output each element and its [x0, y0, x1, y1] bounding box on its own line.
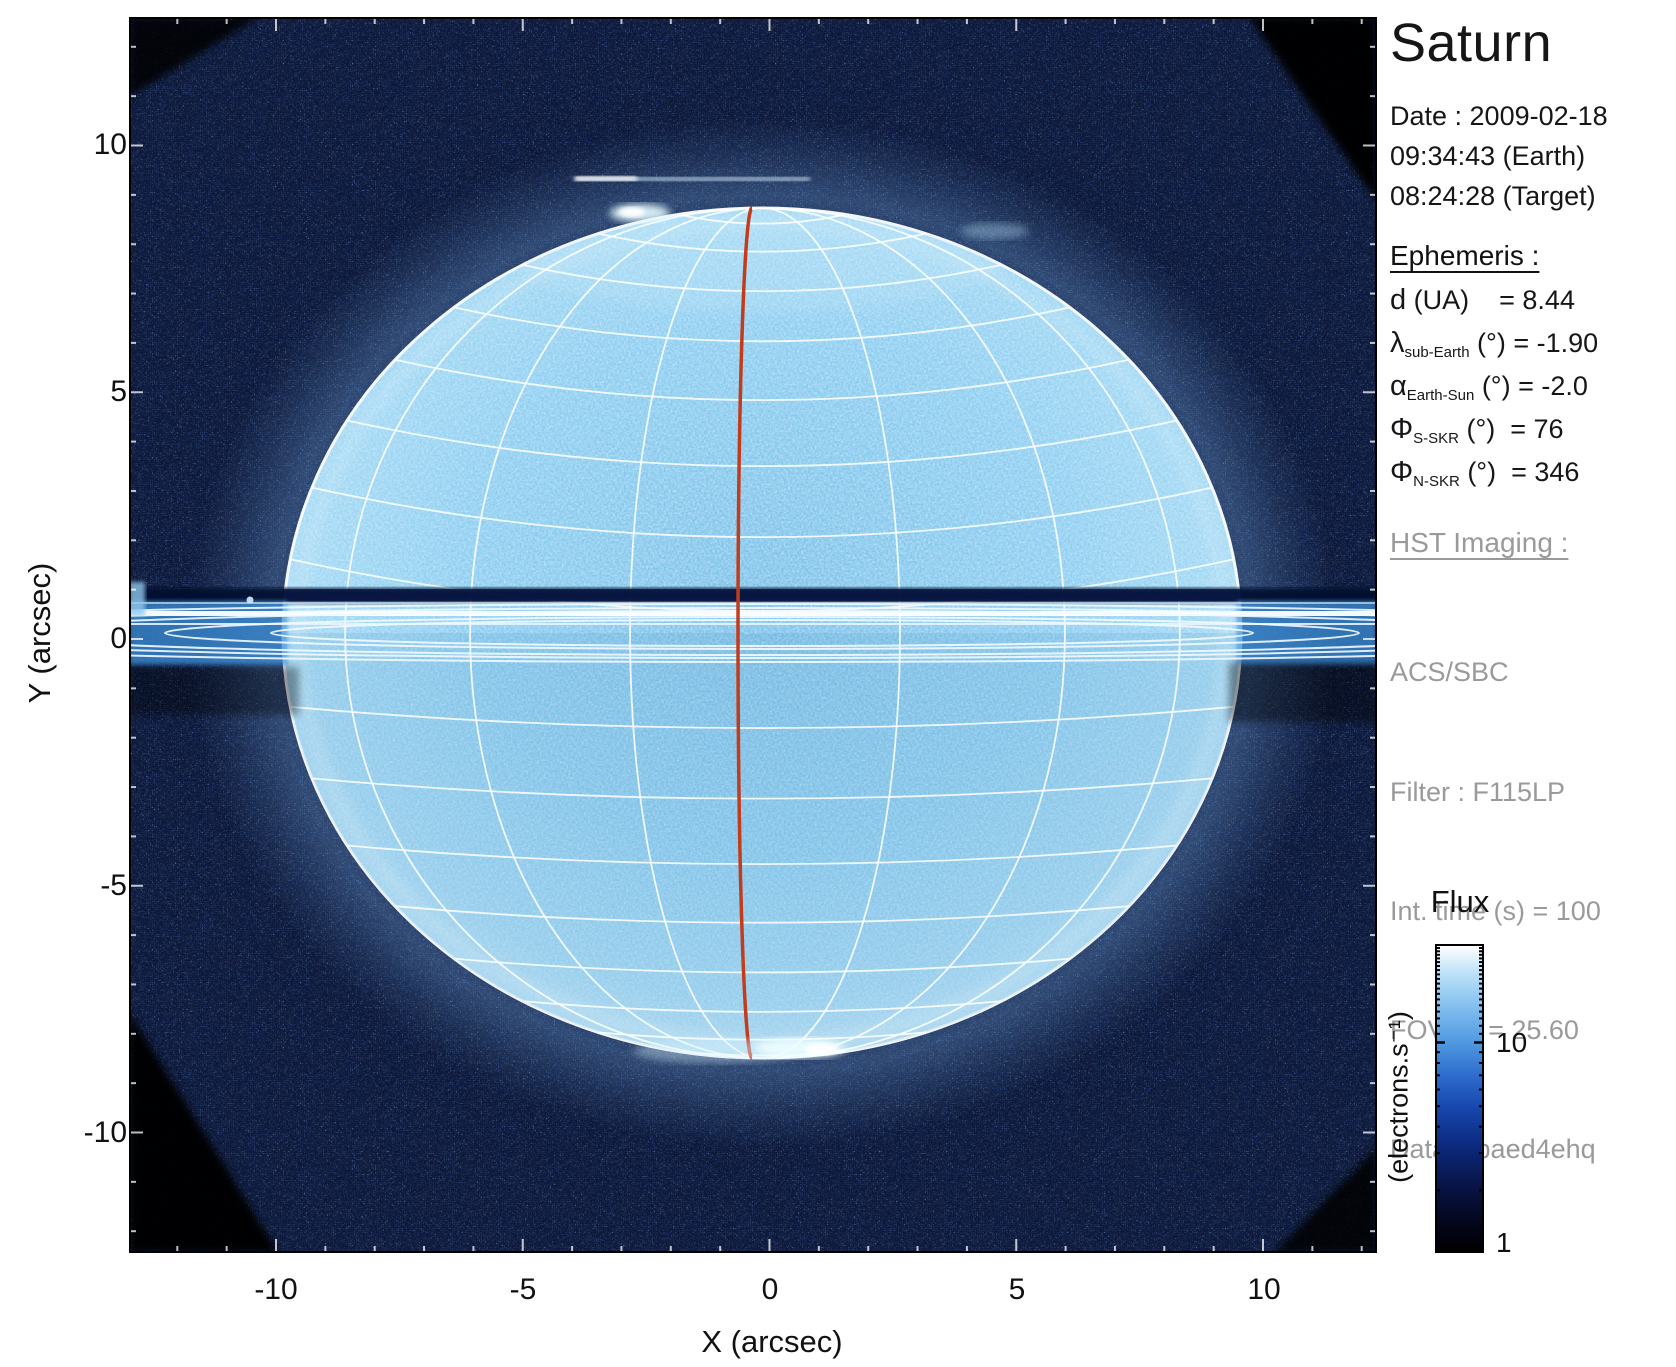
observation-date: Date : 2009-02-18: [1390, 96, 1608, 136]
observation-earth-time: 09:34:43 (Earth): [1390, 136, 1608, 176]
y-tick-label: 5: [37, 375, 127, 409]
ring-dark-wedge-east: [1229, 662, 1377, 722]
x-tick-label: 5: [977, 1273, 1057, 1307]
x-tick-label: -10: [236, 1273, 316, 1307]
colorbar-ticks: [1435, 944, 1484, 1254]
north-aurora-core: [619, 207, 645, 217]
hst-imaging-heading: HST Imaging :: [1390, 527, 1568, 559]
x-tick-label: 10: [1224, 1273, 1304, 1307]
y-tick-label: 10: [37, 128, 127, 162]
observation-target-time: 08:24:28 (Target): [1390, 176, 1608, 216]
moon-dot: [247, 597, 254, 604]
saturn-hst-figure: 10 5 0 -5 -10 Y (arcsec) -10 -5 0 5 10 X…: [0, 0, 1676, 1367]
ephemeris-row-distance: d (UA) = 8.44: [1390, 284, 1598, 327]
north-aurora-faint: [961, 223, 1029, 239]
colorbar-title: Flux: [1431, 884, 1490, 920]
x-tick-label: -5: [483, 1273, 563, 1307]
north-aurora-streak-bright: [575, 176, 637, 181]
flux-colorbar: [1435, 944, 1484, 1253]
symbol: Φ: [1390, 456, 1413, 488]
ring-shadow-band-core: [283, 589, 1241, 601]
hst-int-time: Int. time (s) = 100: [1390, 892, 1601, 932]
ephemeris-table: d (UA) = 8.44 λsub-Earth (°) = -1.90 αEa…: [1390, 284, 1598, 499]
saturn-image: [129, 17, 1377, 1253]
ephemeris-heading: Ephemeris :: [1390, 240, 1539, 272]
ephemeris-row-s-skr: ΦS-SKR (°) = 76: [1390, 413, 1598, 456]
symbol: α: [1390, 370, 1407, 402]
value: (UA) = 8.44: [1406, 285, 1575, 315]
colorbar-tick-label-1: 1: [1496, 1227, 1512, 1259]
hst-instrument: ACS/SBC: [1390, 653, 1601, 693]
symbol-subscript: N-SKR: [1413, 473, 1460, 490]
value: (°) = -2.0: [1474, 371, 1588, 401]
south-aurora-core: [805, 1043, 837, 1055]
observation-block: Date : 2009-02-18 09:34:43 (Earth) 08:24…: [1390, 96, 1608, 216]
value: (°) = -1.90: [1470, 328, 1599, 358]
ring-edge-glint: [129, 582, 145, 616]
symbol-subscript: Earth-Sun: [1407, 387, 1475, 404]
ephemeris-row-n-skr: ΦN-SKR (°) = 346: [1390, 456, 1598, 499]
symbol-subscript: sub-Earth: [1405, 344, 1470, 361]
value: (°) = 76: [1459, 414, 1564, 444]
symbol: λ: [1390, 327, 1405, 359]
x-axis-title: X (arcsec): [672, 1324, 872, 1360]
symbol: Φ: [1390, 413, 1413, 445]
hst-imaging-block: ACS/SBC Filter : F115LP Int. time (s) = …: [1390, 574, 1601, 1249]
x-tick-label: 0: [730, 1273, 810, 1307]
y-axis-title: Y (arcsec): [22, 563, 58, 704]
value: (°) = 346: [1460, 457, 1580, 487]
ephemeris-row-phase-angle: αEarth-Sun (°) = -2.0: [1390, 370, 1598, 413]
ephemeris-row-subearth-lat: λsub-Earth (°) = -1.90: [1390, 327, 1598, 370]
y-tick-label: -10: [37, 1116, 127, 1150]
saturn-image-panel: [129, 17, 1377, 1253]
hst-data-id: Data : jbaed4ehq: [1390, 1130, 1601, 1170]
y-tick-label: -5: [37, 869, 127, 903]
hst-filter: Filter : F115LP: [1390, 773, 1601, 813]
symbol-subscript: S-SKR: [1413, 430, 1459, 447]
colorbar-tick-label-10: 10: [1496, 1027, 1527, 1059]
ring-dark-wedge-west: [129, 667, 299, 715]
colorbar-units-label: (electrons.s⁻¹): [1384, 1011, 1415, 1183]
page-title: Saturn: [1390, 12, 1552, 74]
symbol: d: [1390, 284, 1406, 316]
